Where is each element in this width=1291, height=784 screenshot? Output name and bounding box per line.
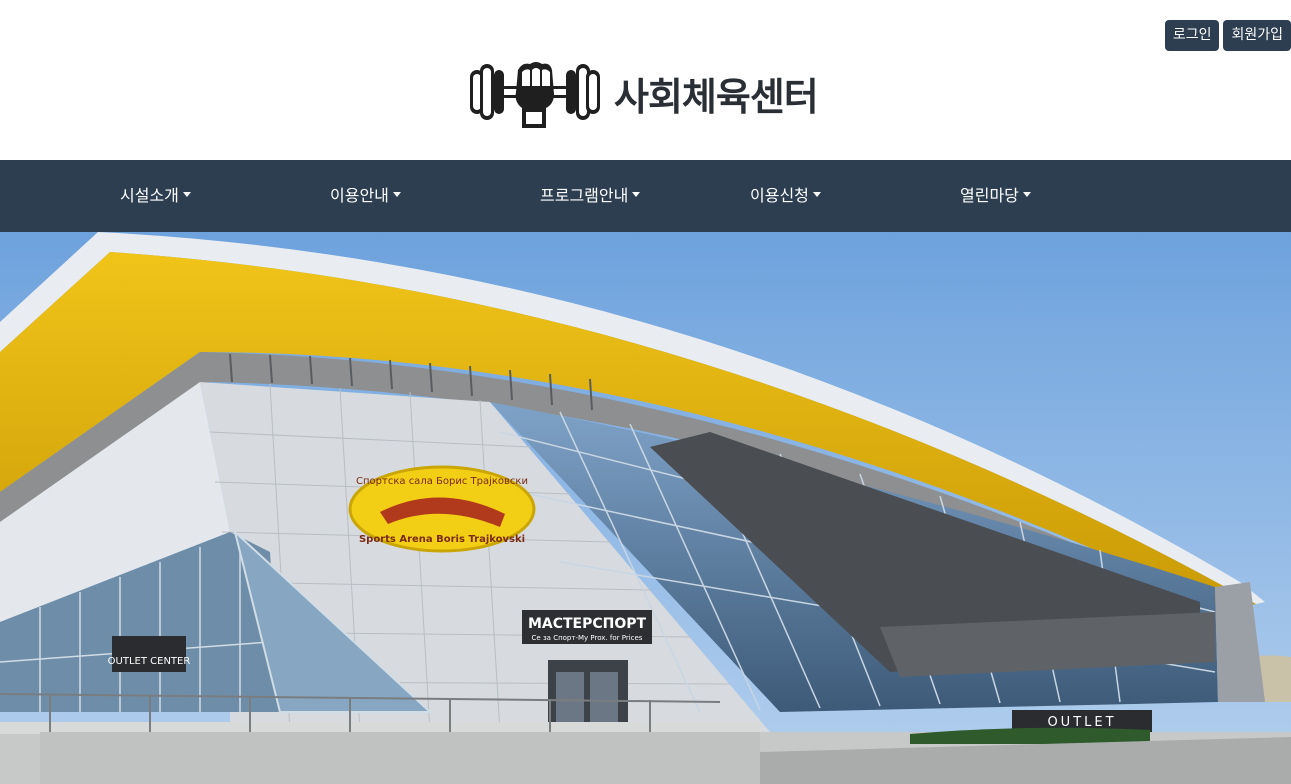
nav-item-facility[interactable]: 시설소개: [120, 160, 191, 232]
nav-item-label: 이용안내: [330, 186, 389, 205]
nav-item-label: 이용신청: [750, 186, 809, 205]
signup-button[interactable]: 회원가입: [1223, 20, 1291, 51]
logo-text: 사회체육센터: [614, 74, 819, 119]
hero-image: Спортска сала Борис Трајковски Sports Ar…: [0, 232, 1291, 784]
nav-item-label: 열린마당: [960, 186, 1019, 205]
caret-down-icon: [392, 192, 401, 197]
nav-item-programs[interactable]: 프로그램안내: [540, 160, 641, 232]
site-header: 로그인 회원가입 사회체육센터: [0, 0, 1291, 160]
nav-item-label: 프로그램안내: [540, 186, 629, 205]
nav-item-community[interactable]: 열린마당: [960, 160, 1031, 232]
nav-item-label: 시설소개: [120, 186, 179, 205]
site-logo[interactable]: 사회체육센터: [466, 56, 819, 130]
arena-sign-bottom: Sports Arena Boris Trajkovski: [359, 534, 525, 545]
store-sign-sub: Се за Спорт-Му Prox. for Prices: [532, 634, 643, 642]
dumbbell-fist-icon: [470, 62, 600, 128]
caret-down-icon: [632, 192, 641, 197]
outlet-center-sign: OUTLET CENTER: [108, 656, 191, 667]
login-button[interactable]: 로그인: [1164, 20, 1220, 51]
arena-sign-top: Спортска сала Борис Трајковски: [356, 475, 528, 487]
outlet-sign: OUTLET: [1047, 715, 1116, 730]
auth-buttons: 로그인 회원가입: [1164, 20, 1291, 51]
caret-down-icon: [812, 192, 821, 197]
caret-down-icon: [1022, 192, 1031, 197]
arena-illustration: Спортска сала Борис Трајковски Sports Ar…: [0, 232, 1291, 784]
nav-item-usage-guide[interactable]: 이용안내: [330, 160, 401, 232]
main-nav: 시설소개 이용안내 프로그램안내 이용신청 열린마당: [0, 160, 1291, 232]
caret-down-icon: [182, 192, 191, 197]
nav-item-application[interactable]: 이용신청: [750, 160, 821, 232]
store-sign: МАСТЕРСПОРТ: [528, 616, 647, 632]
